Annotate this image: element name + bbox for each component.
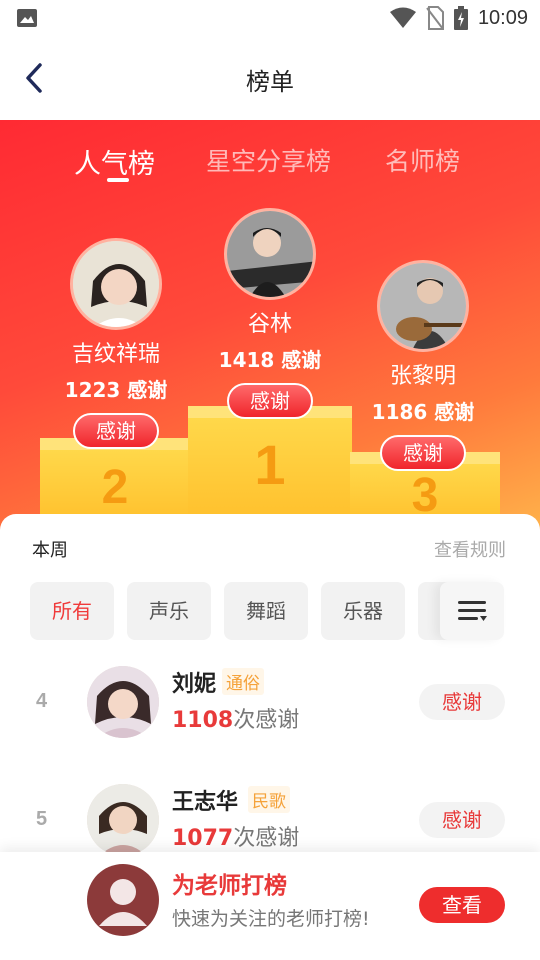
podium-second-name: 吉纹祥瑞	[71, 342, 160, 367]
clock: 10:09	[477, 6, 528, 29]
tab-famous-teacher[interactable]: 名师榜	[385, 142, 460, 178]
tab-indicator	[107, 178, 129, 182]
thanks-count: 1108次感谢	[172, 702, 299, 734]
rank-number: 4	[36, 690, 48, 712]
thank-button[interactable]: 感谢	[73, 413, 159, 449]
thank-button[interactable]: 感谢	[419, 684, 505, 720]
sort-filter-button[interactable]	[440, 582, 504, 640]
page-title: 榜单	[246, 68, 294, 96]
period-label: 本周	[32, 540, 68, 561]
tab-starry-share[interactable]: 星空分享榜	[206, 142, 331, 178]
thanks-number: 1108	[172, 708, 234, 733]
list-item[interactable]: 4 刘妮 通俗 1108次感谢 感谢	[0, 652, 540, 752]
podium-entry-second: 吉纹祥瑞 1223 感谢 感谢	[36, 238, 196, 449]
no-sim-icon	[426, 6, 444, 30]
sort-filter-icon	[458, 601, 487, 621]
view-button[interactable]: 查看	[419, 887, 505, 923]
filter-chip-all[interactable]: 所有	[30, 582, 114, 640]
thanks-suffix: 次感谢	[233, 708, 300, 733]
tab-popularity[interactable]: 人气榜	[74, 142, 155, 181]
avatar[interactable]	[87, 666, 159, 738]
app-bar: 榜单	[0, 36, 540, 120]
teacher-name: 刘妮	[172, 672, 217, 697]
filter-chip-dance[interactable]: 舞蹈	[224, 582, 308, 640]
podium-second-number: 2	[101, 461, 129, 514]
podium-entry-third: 张黎明 1186 感谢 感谢	[343, 260, 503, 471]
user-placeholder-icon	[87, 864, 159, 936]
avatar[interactable]	[87, 784, 159, 856]
avatar[interactable]	[70, 238, 162, 330]
category-tag: 民歌	[248, 786, 290, 813]
battery-charging-icon	[453, 6, 468, 30]
category-filters: 所有 声乐 舞蹈 乐器 纟	[30, 582, 510, 642]
podium-first-count: 1418 感谢	[218, 348, 322, 372]
rank-number: 5	[36, 808, 48, 830]
thanks-suffix: 次感谢	[233, 826, 300, 851]
status-bar: 10:09	[0, 0, 540, 36]
thanks-count: 1077次感谢	[172, 820, 299, 852]
podium-first-number: 1	[254, 433, 286, 496]
thank-button[interactable]: 感谢	[227, 383, 313, 419]
leaderboard-hero: 人气榜 星空分享榜 名师榜 2 1 3 吉纹祥瑞 1223 感谢 感谢 谷林 1…	[0, 120, 540, 530]
thank-button[interactable]: 感谢	[419, 802, 505, 838]
thank-button[interactable]: 感谢	[380, 435, 466, 471]
avatar[interactable]	[224, 208, 316, 300]
podium-second-count: 1223 感谢	[64, 378, 168, 402]
thanks-number: 1077	[172, 826, 234, 851]
podium-entry-first: 谷林 1418 感谢 感谢	[190, 208, 350, 419]
avatar[interactable]	[377, 260, 469, 352]
category-tag: 通俗	[222, 668, 264, 695]
filter-chip-instrument[interactable]: 乐器	[321, 582, 405, 640]
filter-chip-vocal[interactable]: 声乐	[127, 582, 211, 640]
podium-third-name: 张黎明	[389, 364, 456, 389]
leaderboard-tabs: 人气榜 星空分享榜 名师榜	[0, 142, 540, 182]
podium-third-count: 1186 感谢	[371, 400, 475, 424]
view-rules-link[interactable]: 查看规则	[434, 536, 506, 562]
teacher-name: 王志华	[172, 790, 239, 815]
wifi-icon	[389, 7, 416, 28]
promo-bar: 为老师打榜 快速为关注的老师打榜! 查看	[0, 852, 540, 960]
promo-subtitle: 快速为关注的老师打榜!	[172, 908, 370, 930]
podium-first-name: 谷林	[247, 312, 292, 337]
image-icon	[17, 9, 37, 27]
promo-title: 为老师打榜	[172, 873, 287, 899]
